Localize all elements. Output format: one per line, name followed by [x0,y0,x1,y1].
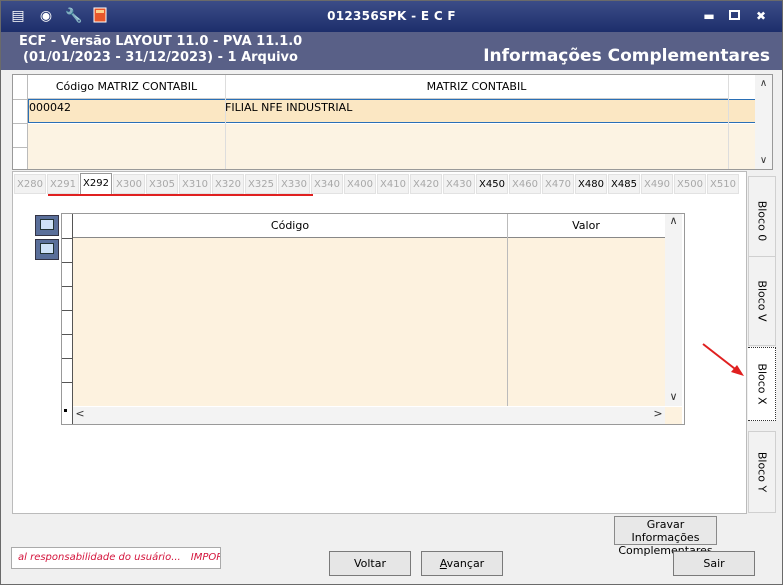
scroll-up-icon[interactable]: ∧ [665,214,682,227]
tab-x340[interactable]: X340 [311,174,343,194]
save-complementary-info-button[interactable]: Gravar Informações Complementares [614,516,717,557]
page-title: Informações Complementares [483,46,770,66]
column-header-codigo[interactable]: Código MATRIZ CONTABIL [28,75,225,99]
tab-x400[interactable]: X400 [344,174,376,194]
table-row[interactable] [28,148,756,169]
tab-x450[interactable]: X450 [476,174,508,194]
export-grid-button[interactable] [35,215,59,236]
scroll-left-icon[interactable]: < [73,407,87,420]
tab-label: Bloco 0 [755,200,769,242]
button-mnemonic: A [439,557,447,570]
minimize-button[interactable]: ▬ [701,9,717,23]
scroll-right-icon[interactable]: > [651,407,665,420]
tab-x480[interactable]: X480 [575,174,607,194]
tab-x485[interactable]: X485 [608,174,640,194]
column-header-codigo[interactable]: Código [73,214,507,238]
tab-x291[interactable]: X291 [47,174,79,194]
cell-matriz[interactable]: FILIAL NFE INDUSTRIAL [225,101,352,114]
table-row[interactable] [28,124,756,148]
exit-button[interactable]: Sair [673,551,755,576]
row-indicator-column [13,75,28,169]
scroll-down-icon[interactable]: ∨ [755,152,772,169]
cell-codigo[interactable]: 000042 [29,101,71,114]
window-title: 012356SPK - E C F [327,9,456,23]
table-row-selected[interactable] [28,99,756,123]
tab-x420[interactable]: X420 [410,174,442,194]
tab-x330[interactable]: X330 [278,174,310,194]
tab-x410[interactable]: X410 [377,174,409,194]
red-arrow-annotation-icon [702,343,744,376]
row-indicator-column [62,214,73,424]
horizontal-scrollbar[interactable]: < > [73,407,665,424]
matriz-contabil-grid[interactable]: Código MATRIZ CONTABIL MATRIZ CONTABIL 0… [12,74,773,170]
button-label: Sair [703,557,725,570]
version-label: ECF - Versão LAYOUT 11.0 - PVA 11.1.0 [19,34,303,49]
button-label: vançar [446,557,485,570]
maximize-button[interactable] [726,9,742,23]
column-divider [507,214,508,406]
red-annotation-underline [48,194,313,196]
column-header-valor[interactable]: Valor [507,214,665,238]
tab-x500[interactable]: X500 [674,174,706,194]
vertical-scrollbar[interactable]: ∧ ∨ [755,75,772,169]
scroll-down-icon[interactable]: ∨ [665,390,682,403]
tab-x310[interactable]: X310 [179,174,211,194]
import-grid-button[interactable] [35,239,59,260]
grid-icon [40,243,54,254]
scroll-corner [665,407,682,424]
column-header-matriz[interactable]: MATRIZ CONTABIL [225,75,728,99]
tab-x305[interactable]: X305 [146,174,178,194]
tab-x320[interactable]: X320 [212,174,244,194]
button-label: Gravar Informações [631,518,700,544]
tab-bloco-0[interactable]: Bloco 0 [748,176,776,266]
tab-x292[interactable]: X292 [80,173,112,195]
status-text: IMPOR [190,552,221,563]
grid-body[interactable] [73,238,665,406]
status-bar: al responsabilidade do usuário... IMPOR [11,547,221,569]
tab-label: Bloco V [755,280,769,322]
application-window: ▤ ◉ 🔧 012356SPK - E C F ▬ ✖ ECF - Versão… [0,0,783,585]
tab-label: Bloco X [755,363,768,405]
title-bar: ▤ ◉ 🔧 012356SPK - E C F ▬ ✖ [1,1,782,32]
tab-bloco-y[interactable]: Bloco Y [748,431,776,513]
tab-x460[interactable]: X460 [509,174,541,194]
button-label: Voltar [353,557,387,570]
next-button[interactable]: Avançar [421,551,503,576]
tab-label: Bloco Y [755,451,769,493]
x292-data-grid[interactable]: Código Valor ∧ ∨ < > [61,213,685,425]
tab-bloco-x[interactable]: Bloco X [748,347,776,421]
tab-x510[interactable]: X510 [707,174,739,194]
tab-x300[interactable]: X300 [113,174,145,194]
status-text: al responsabilidade do usuário... [18,552,181,563]
close-button[interactable]: ✖ [753,9,769,23]
scroll-up-icon[interactable]: ∧ [755,75,772,92]
grid-icon [40,219,54,230]
period-label: (01/01/2023 - 31/12/2023) - 1 Arquivo [23,50,298,65]
vertical-scrollbar[interactable]: ∧ ∨ [665,214,682,406]
app-header: ECF - Versão LAYOUT 11.0 - PVA 11.1.0 (0… [1,32,782,70]
tab-x430[interactable]: X430 [443,174,475,194]
tab-x470[interactable]: X470 [542,174,574,194]
tab-x280[interactable]: X280 [14,174,46,194]
tab-x325[interactable]: X325 [245,174,277,194]
back-button[interactable]: Voltar [329,551,411,576]
tab-bloco-v[interactable]: Bloco V [748,256,776,346]
tab-x490[interactable]: X490 [641,174,673,194]
